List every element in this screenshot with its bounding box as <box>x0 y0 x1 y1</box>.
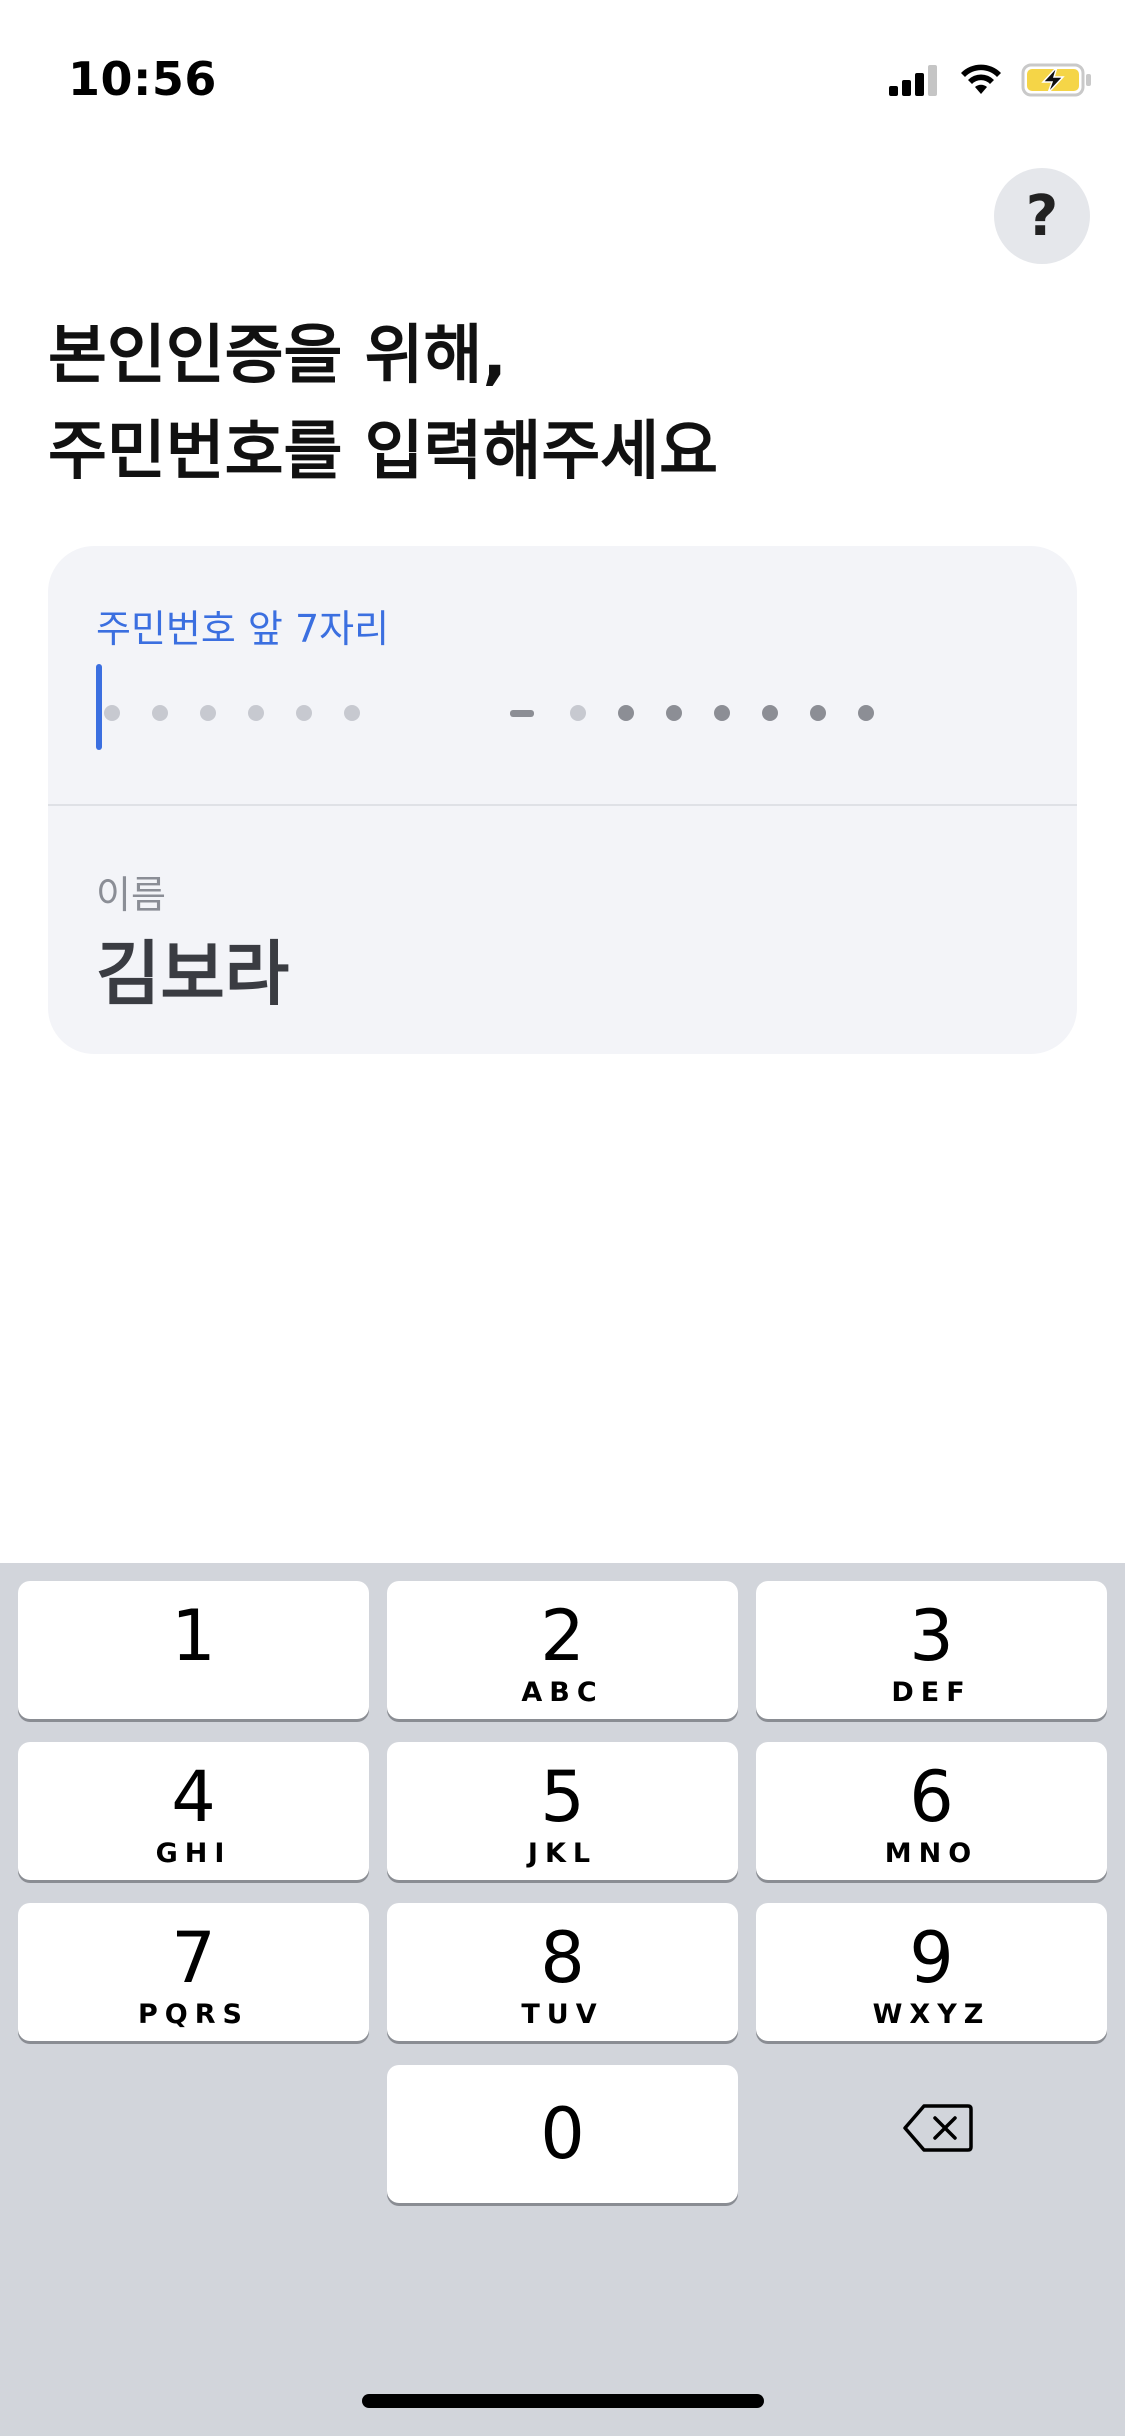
rrn-front-digit <box>152 705 168 721</box>
rrn-back-digit-masked <box>858 705 874 721</box>
rrn-front-digit <box>296 705 312 721</box>
help-button-label: ? <box>1025 183 1059 249</box>
status-time: 10:56 <box>68 52 217 106</box>
key-digit: 5 <box>540 1756 585 1838</box>
home-indicator[interactable] <box>362 2394 764 2408</box>
rrn-field-label: 주민번호 앞 7자리 <box>96 607 390 651</box>
help-button[interactable]: ? <box>994 168 1090 264</box>
backspace-key[interactable] <box>870 2083 1006 2173</box>
key-letters: ABC <box>521 1677 604 1708</box>
key-digit: 9 <box>909 1917 954 1999</box>
key-letters: PQRS <box>138 1999 249 2030</box>
key-3[interactable]: 3 DEF <box>756 1581 1107 1719</box>
numeric-keypad: 1 2 ABC 3 DEF 4 GHI 5 JKL 6 MNO 7 PQRS 8 <box>0 1563 1125 2436</box>
battery-charging-icon <box>1021 63 1091 97</box>
rrn-back-digit-masked <box>810 705 826 721</box>
rrn-separator-dash <box>510 710 534 717</box>
key-7[interactable]: 7 PQRS <box>18 1903 369 2041</box>
key-digit: 1 <box>171 1595 216 1677</box>
key-8[interactable]: 8 TUV <box>387 1903 738 2041</box>
backspace-icon <box>903 2104 973 2152</box>
wifi-icon <box>961 64 1001 94</box>
key-6[interactable]: 6 MNO <box>756 1742 1107 1880</box>
rrn-back-digit-masked <box>762 705 778 721</box>
key-digit: 3 <box>909 1595 954 1677</box>
key-letters: MNO <box>884 1838 979 1869</box>
key-2[interactable]: 2 ABC <box>387 1581 738 1719</box>
key-4[interactable]: 4 GHI <box>18 1742 369 1880</box>
key-0[interactable]: 0 <box>387 2065 738 2203</box>
page-title-line-1: 본인인증을 위해, <box>48 319 507 393</box>
key-letters: DEF <box>891 1677 972 1708</box>
key-digit: 0 <box>540 2093 585 2175</box>
card-divider <box>48 804 1077 806</box>
key-9[interactable]: 9 WXYZ <box>756 1903 1107 2041</box>
rrn-back-digit <box>570 705 586 721</box>
key-digit: 8 <box>540 1917 585 1999</box>
key-digit: 7 <box>171 1917 216 1999</box>
rrn-front-digit <box>104 705 120 721</box>
text-cursor <box>96 664 102 750</box>
status-icons <box>889 58 1093 102</box>
rrn-front-digit <box>248 705 264 721</box>
rrn-back-digit-masked <box>714 705 730 721</box>
cellular-signal-icon <box>889 65 937 96</box>
key-digit: 2 <box>540 1595 585 1677</box>
rrn-back-digit-masked <box>666 705 682 721</box>
rrn-back-digit-masked <box>618 705 634 721</box>
key-letters: WXYZ <box>872 1999 991 2030</box>
name-field-value: 김보라 <box>96 933 290 1015</box>
page-title: 본인인증을 위해, 주민번호를 입력해주세요 <box>48 308 718 500</box>
rrn-front-digit <box>200 705 216 721</box>
key-digit: 6 <box>909 1756 954 1838</box>
identity-form-card: 주민번호 앞 7자리 이름 김보라 <box>48 546 1077 1054</box>
page-title-line-2: 주민번호를 입력해주세요 <box>48 415 718 489</box>
rrn-front-digit <box>344 705 360 721</box>
key-1[interactable]: 1 <box>18 1581 369 1719</box>
name-field-label: 이름 <box>96 873 166 917</box>
screen: 10:56 ? 본인인증을 위해, 주민번호를 입력해주세요 주민번호 앞 7자… <box>0 0 1125 2436</box>
key-digit: 4 <box>171 1756 216 1838</box>
key-5[interactable]: 5 JKL <box>387 1742 738 1880</box>
key-letters: GHI <box>155 1838 232 1869</box>
key-letters: JKL <box>527 1838 598 1869</box>
key-letters: TUV <box>521 1999 604 2030</box>
